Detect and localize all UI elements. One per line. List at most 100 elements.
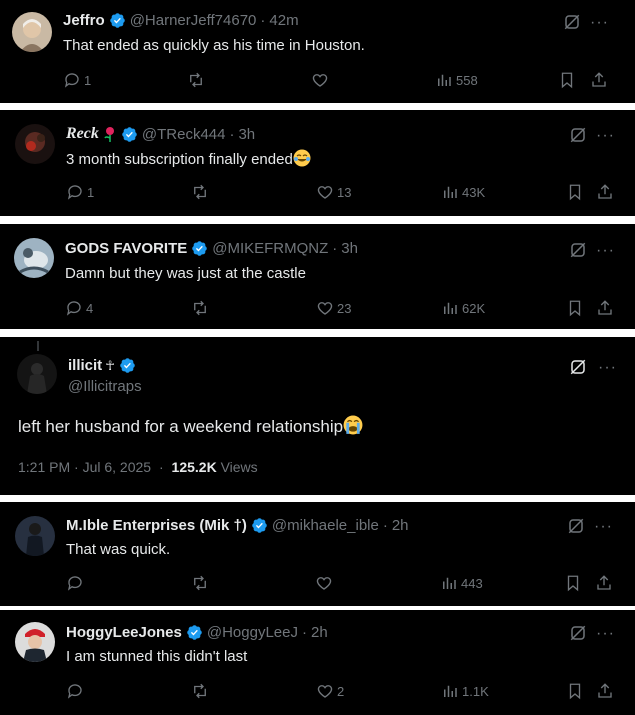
bookmark-button[interactable]	[566, 299, 587, 317]
bookmark-button[interactable]	[564, 574, 585, 592]
author-name[interactable]: GODS FAVORITE	[65, 240, 187, 257]
verified-badge-icon	[121, 126, 138, 143]
author-handle[interactable]: @MIKEFRMQNZ	[212, 240, 328, 257]
reply-post[interactable]: M.Ible Enterprises (Mik †) @mikhaele_ibl…	[0, 502, 635, 606]
repost-button[interactable]	[191, 299, 212, 317]
reply-post[interactable]: HoggyLeeJones @HoggyLeeJ · 2h I am stunn…	[0, 610, 635, 715]
more-icon[interactable]: ···	[596, 626, 615, 642]
author-name[interactable]: illicit	[68, 357, 102, 374]
author-handle[interactable]: @HarnerJeff74670	[130, 12, 257, 29]
bookmark-icon	[569, 300, 581, 317]
heart-icon	[317, 685, 333, 698]
views-button[interactable]: 443	[440, 574, 483, 592]
reply-post[interactable]: GODS FAVORITE @MIKEFRMQNZ · 3h Damn but …	[0, 224, 635, 329]
share-button[interactable]	[596, 299, 617, 317]
grok-icon[interactable]	[569, 358, 587, 376]
more-icon[interactable]: ···	[596, 243, 615, 259]
like-button[interactable]: 23	[316, 299, 351, 317]
separator-dot: ·	[302, 624, 307, 641]
bookmark-icon	[569, 184, 581, 201]
reply-count: 4	[86, 300, 94, 316]
post-meta: 1:21 PM · Jul 6, 2025 · 125.2K Views	[18, 459, 258, 475]
reply-button[interactable]: 1	[63, 71, 91, 89]
views-icon	[443, 577, 456, 589]
share-button[interactable]	[595, 574, 616, 592]
verified-badge-icon	[191, 240, 208, 257]
bookmark-button[interactable]	[558, 71, 579, 89]
post-time[interactable]: 3h	[238, 126, 255, 143]
author-handle[interactable]: @mikhaele_ible	[272, 517, 379, 534]
repost-button[interactable]	[191, 574, 212, 592]
reply-button[interactable]	[66, 574, 87, 592]
post-text: Damn but they was just at the castle	[65, 265, 306, 282]
reply-count: 1	[84, 72, 92, 88]
bookmark-icon	[567, 575, 579, 592]
views-icon	[444, 186, 457, 198]
more-icon[interactable]: ···	[594, 519, 613, 535]
author-name[interactable]: Reck	[66, 125, 99, 143]
bookmark-button[interactable]	[566, 183, 587, 201]
author-handle[interactable]: @Illicitraps	[68, 378, 142, 395]
avatar[interactable]	[17, 354, 57, 394]
share-icon	[597, 575, 611, 590]
post-timestamp[interactable]: 1:21 PM · Jul 6, 2025	[18, 459, 151, 475]
verified-badge-icon	[251, 517, 268, 534]
post-time[interactable]: 2h	[392, 517, 409, 534]
repost-icon	[194, 300, 206, 316]
reply-icon	[64, 73, 79, 88]
reply-button[interactable]	[66, 682, 87, 700]
avatar[interactable]	[12, 12, 52, 52]
avatar[interactable]	[15, 124, 55, 164]
reply-icon	[66, 301, 81, 316]
avatar[interactable]	[14, 238, 54, 278]
reply-button[interactable]: 1	[66, 183, 94, 201]
grok-icon[interactable]	[569, 624, 587, 642]
reply-button[interactable]: 4	[65, 299, 93, 317]
author-handle[interactable]: @TReck444	[142, 126, 226, 143]
grok-icon[interactable]	[569, 126, 587, 144]
repost-button[interactable]	[187, 71, 208, 89]
joy-emoji	[293, 149, 311, 167]
avatar[interactable]	[15, 622, 55, 662]
separator-dot: ·	[260, 12, 266, 29]
post-time[interactable]: 3h	[341, 240, 358, 257]
reply-count: 1	[87, 184, 95, 200]
post-time[interactable]: 42m	[269, 12, 298, 29]
reply-post[interactable]: Reck @TReck444 · 3h 3 month subscription…	[0, 110, 635, 216]
repost-icon	[194, 575, 206, 591]
author-name[interactable]: HoggyLeeJones	[66, 624, 182, 641]
views-button[interactable]: 1.1K	[441, 682, 489, 700]
grok-icon[interactable]	[563, 13, 581, 31]
like-button[interactable]: 13	[316, 183, 351, 201]
post-text: I am stunned this didn't last	[66, 648, 248, 665]
share-button[interactable]	[596, 183, 617, 201]
bookmark-button[interactable]	[566, 682, 587, 700]
crying-emoji	[343, 415, 363, 435]
share-button[interactable]	[590, 71, 611, 89]
post-text: That ended as quickly as his time in Hou…	[63, 37, 365, 54]
views-button[interactable]: 43K	[441, 183, 485, 201]
repost-button[interactable]	[191, 183, 212, 201]
thread-line	[37, 341, 39, 351]
post-time[interactable]: 2h	[311, 624, 328, 641]
author-handle[interactable]: @HoggyLeeJ	[207, 624, 298, 641]
reply-post[interactable]: Jeffro @HarnerJeff74670 · 42m That ended…	[0, 0, 635, 103]
more-icon[interactable]: ···	[596, 128, 615, 144]
like-button[interactable]: 2	[316, 682, 344, 700]
author-name[interactable]: M.Ible Enterprises (Mik †)	[66, 517, 247, 534]
grok-icon[interactable]	[569, 241, 587, 259]
more-icon[interactable]: ···	[590, 15, 609, 31]
share-button[interactable]	[596, 682, 617, 700]
separator-dot: ·	[382, 517, 388, 534]
like-button[interactable]	[315, 574, 336, 592]
main-post[interactable]: illicit ☥ @Illicitraps ··· left her husb…	[0, 337, 635, 495]
avatar[interactable]	[15, 516, 55, 556]
more-icon[interactable]: ···	[598, 360, 617, 376]
grok-icon[interactable]	[567, 517, 585, 535]
views-button[interactable]: 558	[435, 71, 478, 89]
separator-dot: ·	[158, 459, 164, 475]
views-button[interactable]: 62K	[441, 299, 485, 317]
author-name[interactable]: Jeffro	[63, 12, 105, 29]
repost-button[interactable]	[191, 682, 212, 700]
like-button[interactable]	[311, 71, 332, 89]
